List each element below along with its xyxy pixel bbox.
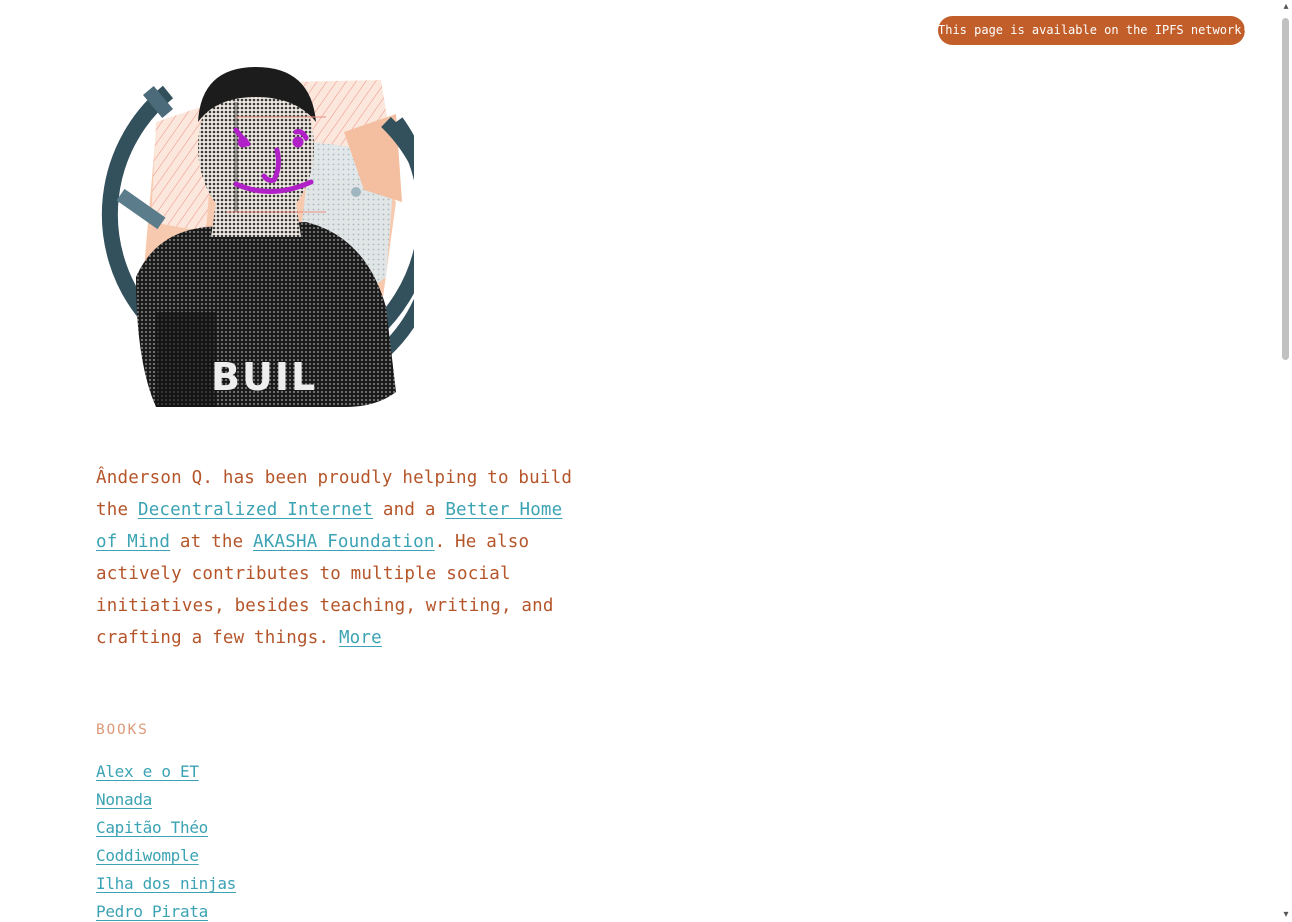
book-item: Coddiwomple [96,842,236,870]
bio-text: and a [373,500,446,520]
book-item: Alex e o ET [96,758,236,786]
decentralized-internet-link[interactable]: Decentralized Internet [138,500,373,520]
book-list: Alex e o ET Nonada Capitão Théo Coddiwom… [96,758,236,922]
book-link[interactable]: Alex e o ET [96,762,199,781]
bio-text: at the [170,532,254,552]
avatar: BUIL [96,62,442,434]
ipfs-network-badge[interactable]: This page is available on the IPFS netwo… [938,16,1249,45]
book-link[interactable]: Capitão Théo [96,818,208,837]
books-heading: BOOKS [96,722,149,738]
avatar-illustration: BUIL [101,67,442,407]
scrollbar[interactable]: ▴ ▾ [1280,0,1292,922]
bio-paragraph: Ânderson Q. has been proudly helping to … [96,462,586,654]
akasha-foundation-link[interactable]: AKASHA Foundation [253,532,435,552]
book-link[interactable]: Pedro Pirata [96,902,208,921]
book-item: Ilha dos ninjas [96,870,236,898]
book-item: Capitão Théo [96,814,236,842]
book-link[interactable]: Nonada [96,790,152,809]
scroll-up-arrow-icon[interactable]: ▴ [1280,0,1292,14]
book-item: Nonada [96,786,236,814]
more-link[interactable]: More [339,628,382,648]
book-item: Pedro Pirata [96,898,236,922]
book-link[interactable]: Coddiwomple [96,846,199,865]
scroll-thumb[interactable] [1282,18,1289,360]
shirt-text: BUIL [211,355,317,399]
book-link[interactable]: Ilha dos ninjas [96,874,236,893]
scroll-down-arrow-icon[interactable]: ▾ [1280,908,1292,922]
